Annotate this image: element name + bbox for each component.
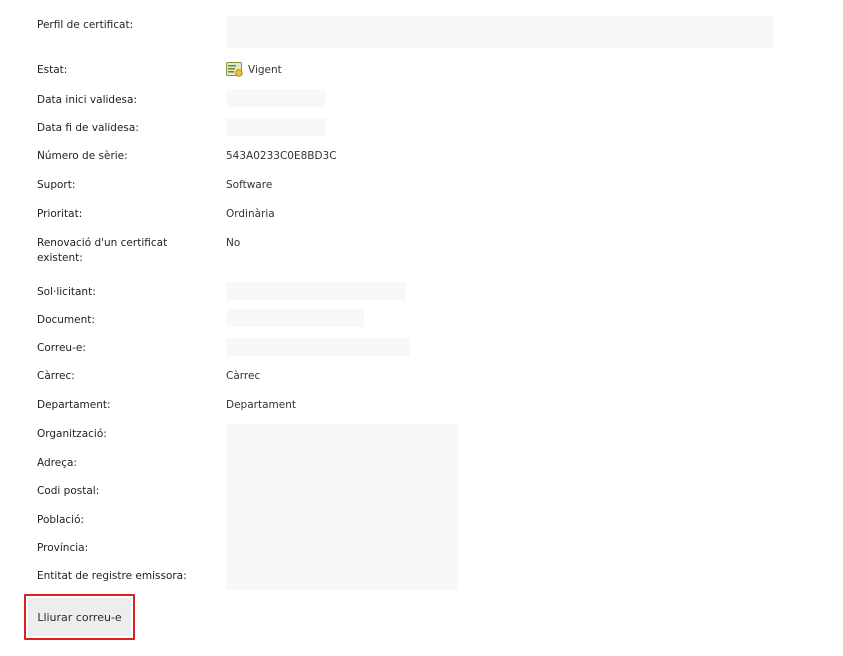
label-numero-serie: Número de sèrie: <box>37 150 128 162</box>
label-prioritat: Prioritat: <box>37 208 83 220</box>
label-entitat: Entitat de registre emissora: <box>37 570 187 582</box>
redacted-data-fi <box>226 118 326 136</box>
renewal-value: No <box>226 237 241 249</box>
label-perfil: Perfil de certificat: <box>37 19 134 31</box>
label-data-inici: Data inici validesa: <box>37 94 137 106</box>
label-correu: Correu-e: <box>37 342 86 354</box>
certificate-detail: Perfil de certificat: Estat: Vigent Data… <box>0 0 843 600</box>
serial-number-value: 543A0233C0E8BD3C <box>226 150 337 162</box>
label-suport: Suport: <box>37 179 76 191</box>
label-sollicitant: Sol·licitant: <box>37 286 96 298</box>
redacted-perfil-value <box>226 16 774 48</box>
certificate-icon <box>226 61 243 77</box>
redacted-correu <box>226 338 410 356</box>
label-organitzacio: Organització: <box>37 428 107 440</box>
redacted-document <box>226 309 364 327</box>
status-value: Vigent <box>226 60 282 78</box>
label-renovacio: Renovació d'un certificat existent: <box>37 237 168 264</box>
label-provincia: Província: <box>37 542 89 554</box>
label-document: Document: <box>37 314 95 326</box>
support-value: Software <box>226 179 273 191</box>
label-poblacio: Població: <box>37 514 85 526</box>
label-adreca: Adreça: <box>37 457 77 469</box>
department-value: Departament <box>226 399 296 411</box>
status-text: Vigent <box>248 64 282 76</box>
redacted-address-block <box>226 424 458 590</box>
send-email-highlight: Lliurar correu-e <box>24 594 135 640</box>
position-value: Càrrec <box>226 370 261 382</box>
label-data-fi: Data fi de validesa: <box>37 122 139 134</box>
label-departament: Departament: <box>37 399 111 411</box>
label-codi-postal: Codi postal: <box>37 485 100 497</box>
send-email-button[interactable]: Lliurar correu-e <box>28 598 131 636</box>
label-carrec: Càrrec: <box>37 370 75 382</box>
redacted-sollicitant <box>226 282 406 300</box>
label-estat: Estat: <box>37 64 68 76</box>
redacted-data-inici <box>226 89 326 107</box>
priority-value: Ordinària <box>226 208 275 220</box>
